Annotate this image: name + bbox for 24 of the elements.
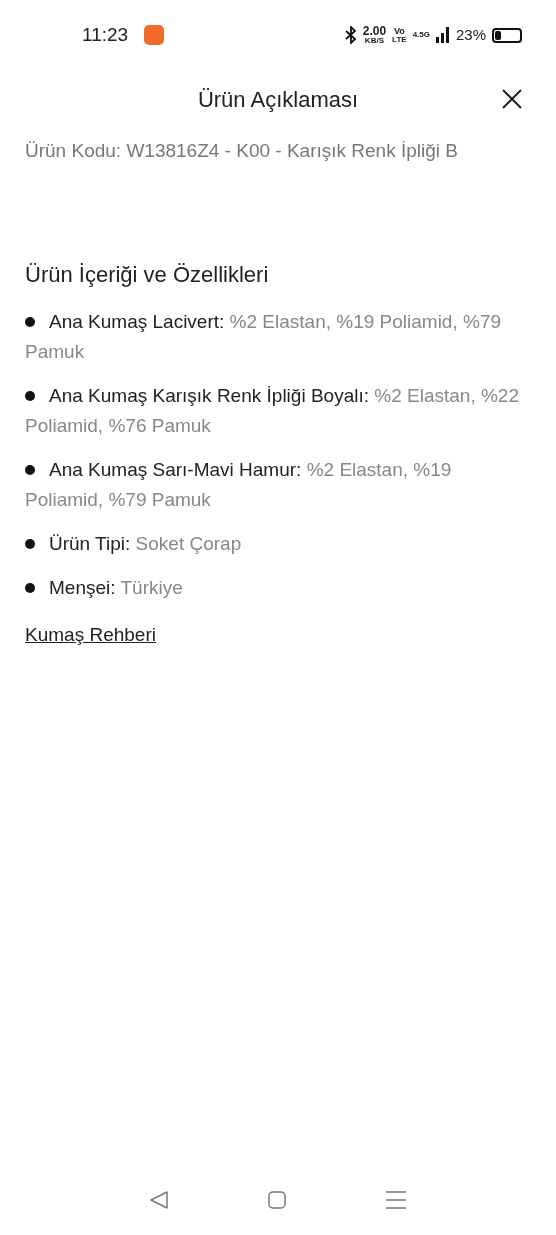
battery-icon xyxy=(492,27,522,43)
signal-icon xyxy=(435,27,450,43)
spec-item: Ana Kumaş Sarı-Mavi Hamur: %2 Elastan, %19 Poliamid, %79 Pamuk xyxy=(25,457,453,512)
speed-unit: KB/S xyxy=(364,37,384,45)
app-notification-icon xyxy=(144,25,165,45)
back-icon[interactable] xyxy=(149,1190,169,1210)
battery-percent: 23% xyxy=(455,24,486,45)
section-title: Ürün İçeriği ve Özellikleri xyxy=(25,260,270,289)
spec-item: Ana Kumaş Karışık Renk İpliği Boyalı: %2 Elastan, %22 Poliamid, %76 Pamuk xyxy=(25,383,520,438)
spec-item: Ana Kumaş Lacivert: %2 Elastan, %19 Poliamid, %79 Pamuk xyxy=(25,309,503,364)
network-speed: 2.00 xyxy=(362,25,387,37)
bluetooth-icon xyxy=(344,26,357,44)
fabric-guide-link[interactable]: Kumaş Rehberi xyxy=(25,620,156,649)
product-code: Ürün Kodu: W13816Z4 - K00 - Karışık Renk İpliği B xyxy=(25,140,458,161)
page-title: Ürün Açıklaması xyxy=(197,85,359,114)
spec-item: Menşei: Türkiye xyxy=(25,572,183,603)
network-type: 4.5G xyxy=(412,29,430,41)
volte-label: Vo xyxy=(393,26,405,36)
spec-item: Ürün Tipi: Soket Çorap xyxy=(25,528,242,559)
menu-icon[interactable] xyxy=(385,1190,407,1210)
lte-label: LTE xyxy=(392,35,407,44)
home-icon[interactable] xyxy=(267,1190,287,1210)
close-icon[interactable] xyxy=(502,89,522,109)
clock: 11:23 xyxy=(82,22,129,47)
